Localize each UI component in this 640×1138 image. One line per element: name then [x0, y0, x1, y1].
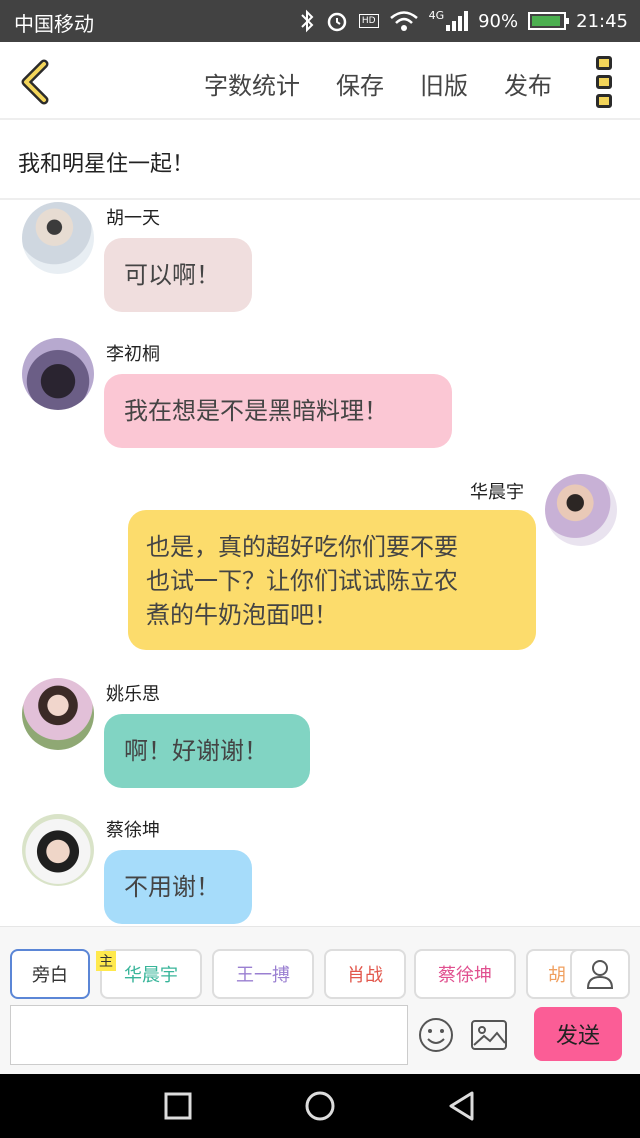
story-title: 我和明星住一起！ [18, 152, 195, 177]
status-bar: 中国移动 HD 4G 90% 21:45 [0, 0, 640, 42]
role-chip-label: 蔡徐坤 [438, 965, 492, 986]
back-icon[interactable] [16, 58, 56, 106]
composer-panel: 旁白 华晨宇 主 王一搏 肖战 蔡徐坤 胡 发送 [0, 926, 640, 1074]
top-nav: 字数统计 保存 旧版 发布 [0, 42, 640, 120]
signal-icon [446, 11, 469, 31]
role-chip-label: 华晨宇 [124, 965, 178, 986]
role-chip-label: 胡 [548, 965, 566, 986]
system-nav-bar [0, 1074, 640, 1138]
message-bubble[interactable]: 可以啊！ [104, 238, 252, 312]
avatar[interactable] [22, 338, 94, 410]
battery-percent: 90% [478, 10, 519, 32]
home-icon[interactable] [304, 1090, 336, 1122]
message-bubble[interactable]: 也是，真的超好吃你们要不要 也试一下？让你们试试陈立农 煮的牛奶泡面吧！ [128, 510, 536, 650]
wifi-icon [389, 11, 418, 31]
manage-roles-button[interactable] [570, 949, 630, 999]
sender-name: 华晨宇 [470, 482, 524, 503]
person-icon [586, 960, 614, 989]
status-icons: HD 4G 90% 21:45 [299, 6, 628, 36]
nav-actions: 字数统计 保存 旧版 发布 [204, 66, 552, 101]
more-menu-icon[interactable] [596, 56, 614, 108]
bluetooth-icon [301, 9, 314, 33]
save-button[interactable]: 保存 [336, 66, 384, 101]
message-bubble[interactable]: 我在想是不是黑暗料理！ [104, 374, 452, 448]
role-chip[interactable]: 蔡徐坤 [414, 949, 516, 999]
avatar[interactable] [22, 678, 94, 750]
image-icon[interactable] [470, 1019, 508, 1051]
role-chip[interactable]: 王一搏 [212, 949, 314, 999]
sender-name: 姚乐思 [106, 684, 160, 705]
avatar[interactable] [22, 202, 94, 274]
role-chip-label: 旁白 [32, 965, 68, 986]
send-button[interactable]: 发送 [534, 1007, 622, 1061]
message-text-line: 煮的牛奶泡面吧！ [146, 601, 338, 629]
publish-button[interactable]: 发布 [504, 66, 552, 101]
battery-icon [528, 12, 570, 30]
sender-name: 胡一天 [106, 208, 160, 229]
carrier-label: 中国移动 [14, 12, 94, 36]
message-text-line: 也是，真的超好吃你们要不要 [146, 533, 458, 561]
old-version-button[interactable]: 旧版 [420, 66, 468, 101]
role-chip-label: 王一搏 [236, 965, 290, 986]
avatar[interactable] [22, 814, 94, 886]
word-count-button[interactable]: 字数统计 [204, 66, 300, 101]
message-input[interactable] [10, 1005, 408, 1065]
message-text: 我在想是不是黑暗料理！ [124, 397, 388, 425]
hd-badge: HD [358, 14, 379, 28]
back-nav-icon[interactable] [446, 1090, 478, 1122]
story-title-row: 我和明星住一起！ [0, 120, 640, 200]
role-chip[interactable]: 肖战 [324, 949, 406, 999]
message-text: 啊！好谢谢！ [124, 737, 268, 765]
network-type: 4G [428, 8, 445, 22]
host-badge: 主 [96, 951, 116, 971]
message-bubble[interactable]: 啊！好谢谢！ [104, 714, 310, 788]
clock: 21:45 [576, 10, 628, 32]
role-chip-narrator[interactable]: 旁白 [10, 949, 90, 999]
emoji-icon[interactable] [418, 1017, 454, 1053]
message-text-line: 也试一下？让你们试试陈立农 [146, 567, 458, 595]
send-button-label: 发送 [555, 1024, 600, 1049]
role-chip-label: 肖战 [347, 965, 383, 986]
alarm-icon [327, 12, 347, 32]
message-text: 可以啊！ [124, 261, 220, 289]
message-bubble[interactable]: 不用谢！ [104, 850, 252, 924]
sender-name: 蔡徐坤 [106, 820, 160, 841]
sender-name: 李初桐 [106, 344, 160, 365]
message-text: 不用谢！ [124, 873, 220, 901]
recent-apps-icon[interactable] [162, 1090, 194, 1122]
avatar[interactable] [545, 474, 617, 546]
